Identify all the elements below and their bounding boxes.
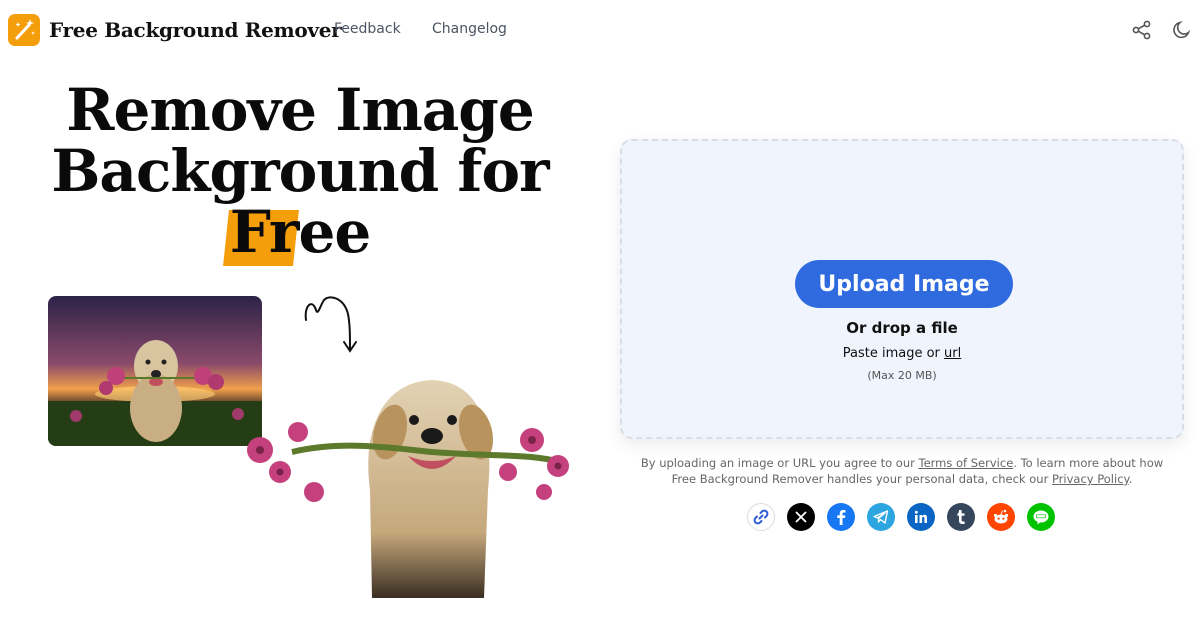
before-photo — [48, 296, 262, 446]
magic-wand-icon — [8, 14, 40, 46]
terms-prefix: By uploading an image or URL you agree t… — [640, 456, 919, 470]
headline-line-3-rest: e — [334, 198, 371, 266]
copy-link-icon[interactable] — [747, 503, 775, 531]
upload-dropzone[interactable]: Upload Image Or drop a file Paste image … — [620, 139, 1184, 439]
share-icon[interactable] — [1131, 19, 1153, 41]
x-icon[interactable] — [787, 503, 815, 531]
after-cutout-image — [232, 370, 584, 598]
telegram-icon[interactable] — [867, 503, 895, 531]
upload-image-button[interactable]: Upload Image — [795, 260, 1013, 308]
terms-suffix: . — [1128, 472, 1133, 486]
reddit-icon[interactable] — [987, 503, 1015, 531]
terms-notice: By uploading an image or URL you agree t… — [636, 455, 1168, 487]
arrow-doodle-icon — [300, 292, 364, 356]
share-buttons — [747, 503, 1055, 531]
linkedin-icon[interactable] — [907, 503, 935, 531]
nav-feedback[interactable]: Feedback — [334, 21, 401, 37]
terms-of-service-link[interactable]: Terms of Service — [919, 456, 1014, 470]
paste-hint-text: Paste image or — [842, 346, 945, 361]
headline-line-3: Free — [40, 202, 560, 266]
headline-line-2: Background for — [51, 137, 549, 205]
headline-line-1: Remove Image — [66, 76, 535, 144]
paste-hint: Paste image or url — [622, 346, 1182, 361]
max-size-note: (Max 20 MB) — [867, 369, 937, 382]
top-bar: Free Background Remover Feedback Changel… — [0, 0, 1200, 62]
drop-file-text: Or drop a file — [846, 319, 958, 337]
nav-changelog[interactable]: Changelog — [432, 21, 507, 37]
highlight-text: Fre — [229, 198, 336, 266]
logo[interactable]: Free Background Remover — [8, 14, 342, 46]
highlighted-word: Fre — [222, 202, 335, 266]
hero-headline: Remove Image Background for Free — [40, 76, 560, 266]
privacy-policy-link[interactable]: Privacy Policy — [1052, 472, 1129, 486]
paste-url-link[interactable]: url — [944, 346, 961, 361]
line-icon[interactable] — [1027, 503, 1055, 531]
tumblr-icon[interactable] — [947, 503, 975, 531]
moon-icon[interactable] — [1171, 19, 1193, 41]
facebook-icon[interactable] — [827, 503, 855, 531]
brand-name: Free Background Remover — [49, 18, 342, 42]
